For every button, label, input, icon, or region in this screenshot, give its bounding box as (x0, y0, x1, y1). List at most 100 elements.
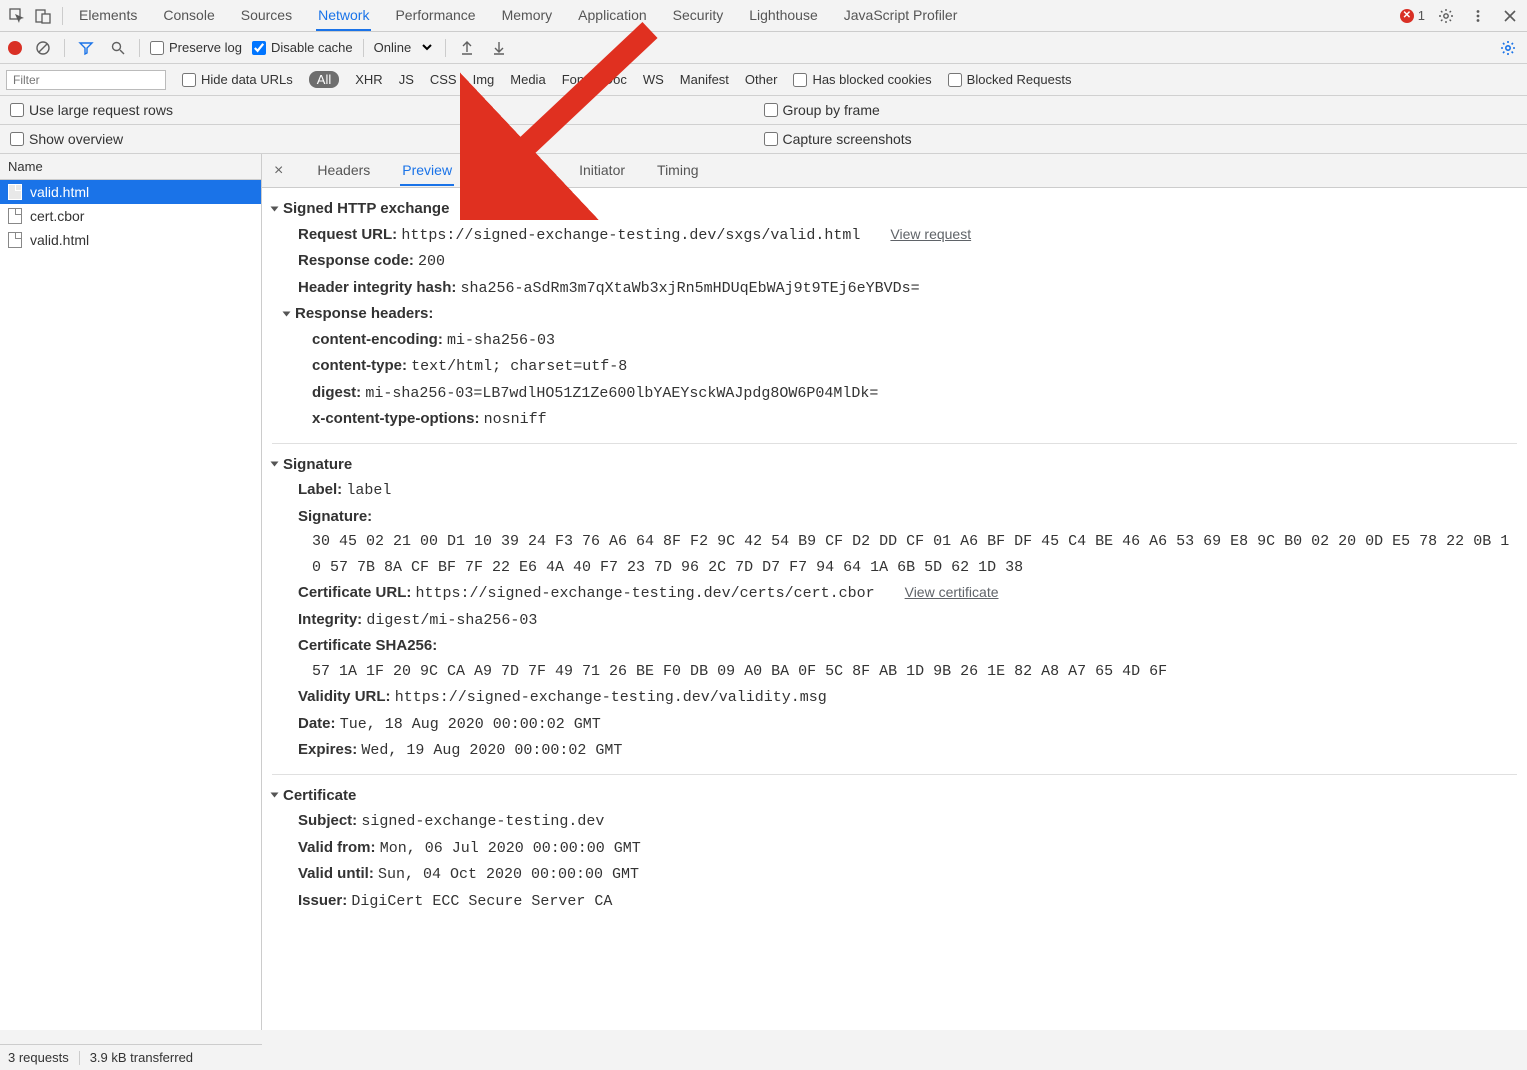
filter-bar: Hide data URLs All XHR JS CSS Img Media … (0, 64, 1527, 96)
request-name: cert.cbor (30, 208, 84, 224)
disable-cache-checkbox[interactable]: Disable cache (252, 40, 353, 55)
errors-badge[interactable]: ✕1 (1400, 8, 1425, 23)
has-blocked-cookies-label: Has blocked cookies (812, 72, 931, 87)
capture-screenshots-checkbox[interactable]: Capture screenshots (764, 131, 912, 147)
learn-more-link[interactable]: Learn more (479, 197, 555, 221)
tab-initiator[interactable]: Initiator (577, 156, 627, 186)
filter-type-img[interactable]: Img (473, 72, 495, 87)
kebab-menu-icon[interactable] (1467, 5, 1489, 27)
view-request-link[interactable]: View request (890, 226, 971, 242)
show-overview-checkbox[interactable]: Show overview (10, 131, 123, 147)
tab-memory[interactable]: Memory (500, 1, 555, 31)
request-name: valid.html (30, 184, 89, 200)
tab-response[interactable]: Response (482, 156, 549, 186)
tab-security[interactable]: Security (671, 1, 726, 31)
separator (64, 39, 65, 57)
download-icon[interactable] (488, 37, 510, 59)
request-url-key: Request URL: (298, 226, 397, 243)
detail-tabs: × Headers Preview Response Initiator Tim… (262, 154, 1527, 188)
valid-until-key: Valid until: (298, 865, 374, 882)
clear-icon[interactable] (32, 37, 54, 59)
response-code-value: 200 (418, 253, 445, 270)
filter-input[interactable] (6, 70, 166, 90)
tab-network[interactable]: Network (316, 1, 371, 31)
section-title: Signature (283, 452, 352, 478)
tab-console[interactable]: Console (161, 1, 216, 31)
devtools-top-bar: Elements Console Sources Network Perform… (0, 0, 1527, 32)
valid-from-key: Valid from: (298, 839, 376, 856)
filter-type-doc[interactable]: Doc (604, 72, 627, 87)
requests-count: 3 requests (8, 1050, 69, 1065)
hide-data-urls-checkbox[interactable]: Hide data URLs (182, 72, 293, 87)
close-detail-icon[interactable]: × (274, 162, 283, 180)
filter-type-xhr[interactable]: XHR (355, 72, 382, 87)
signature-key: Signature: (298, 508, 372, 525)
filter-icon[interactable] (75, 37, 97, 59)
chevron-down-icon (271, 462, 279, 467)
name-column-header[interactable]: Name (0, 154, 261, 180)
throttling-select[interactable]: Online (374, 39, 435, 56)
validity-url-value: https://signed-exchange-testing.dev/vali… (395, 689, 827, 706)
search-icon[interactable] (107, 37, 129, 59)
capture-screenshots-label: Capture screenshots (783, 131, 912, 147)
blocked-requests-checkbox[interactable]: Blocked Requests (948, 72, 1072, 87)
tab-application[interactable]: Application (576, 1, 649, 31)
network-settings-icon[interactable] (1497, 37, 1519, 59)
filter-type-js[interactable]: JS (399, 72, 414, 87)
filter-type-media[interactable]: Media (510, 72, 545, 87)
request-row[interactable]: valid.html (0, 228, 261, 252)
detail-panel: × Headers Preview Response Initiator Tim… (262, 154, 1527, 1030)
use-large-rows-label: Use large request rows (29, 102, 173, 118)
section-header-signature[interactable]: Signature (272, 452, 1517, 478)
filter-type-other[interactable]: Other (745, 72, 778, 87)
request-row[interactable]: cert.cbor (0, 204, 261, 228)
tab-timing[interactable]: Timing (655, 156, 701, 186)
label-key: Label: (298, 481, 342, 498)
tab-js-profiler[interactable]: JavaScript Profiler (842, 1, 960, 31)
close-icon[interactable] (1499, 5, 1521, 27)
tab-preview[interactable]: Preview (400, 156, 454, 186)
throttling-dropdown[interactable] (415, 39, 435, 56)
device-toolbar-icon[interactable] (32, 5, 54, 27)
upload-icon[interactable] (456, 37, 478, 59)
label-value: label (346, 482, 391, 499)
expires-value: Wed, 19 Aug 2020 00:00:02 GMT (361, 742, 622, 759)
header-value: nosniff (484, 411, 547, 428)
filter-type-font[interactable]: Font (562, 72, 588, 87)
view-certificate-link[interactable]: View certificate (905, 584, 999, 600)
filter-type-all[interactable]: All (309, 71, 339, 88)
options-row-1: Use large request rows Group by frame (0, 96, 1527, 125)
tab-elements[interactable]: Elements (77, 1, 139, 31)
gear-icon[interactable] (1435, 5, 1457, 27)
filter-type-ws[interactable]: WS (643, 72, 664, 87)
request-row[interactable]: valid.html (0, 180, 261, 204)
cert-sha-key: Certificate SHA256: (298, 637, 437, 654)
record-button[interactable] (8, 41, 22, 55)
section-header-resp-headers[interactable]: Response headers: (272, 301, 1517, 327)
tab-performance[interactable]: Performance (393, 1, 477, 31)
issuer-key: Issuer: (298, 892, 347, 909)
group-by-frame-checkbox[interactable]: Group by frame (764, 102, 880, 118)
network-toolbar: Preserve log Disable cache Online (0, 32, 1527, 64)
chevron-down-icon (271, 206, 279, 211)
group-by-frame-label: Group by frame (783, 102, 880, 118)
main-split: Name valid.html cert.cbor valid.html × H… (0, 154, 1527, 1030)
filter-type-css[interactable]: CSS (430, 72, 457, 87)
tab-headers[interactable]: Headers (315, 156, 372, 186)
document-icon (8, 232, 22, 248)
date-value: Tue, 18 Aug 2020 00:00:02 GMT (340, 716, 601, 733)
inspect-element-icon[interactable] (6, 5, 28, 27)
use-large-rows-checkbox[interactable]: Use large request rows (10, 102, 173, 118)
preserve-log-checkbox[interactable]: Preserve log (150, 40, 242, 55)
filter-type-manifest[interactable]: Manifest (680, 72, 729, 87)
section-header-sxg[interactable]: Signed HTTP exchangeLearn more (272, 196, 1517, 222)
header-key: content-type: (312, 357, 407, 374)
request-url-value: https://signed-exchange-testing.dev/sxgs… (401, 227, 860, 244)
has-blocked-cookies-checkbox[interactable]: Has blocked cookies (793, 72, 931, 87)
preserve-log-label: Preserve log (169, 40, 242, 55)
show-overview-label: Show overview (29, 131, 123, 147)
errors-count: 1 (1418, 8, 1425, 23)
section-header-certificate[interactable]: Certificate (272, 783, 1517, 809)
tab-lighthouse[interactable]: Lighthouse (747, 1, 820, 31)
tab-sources[interactable]: Sources (239, 1, 294, 31)
